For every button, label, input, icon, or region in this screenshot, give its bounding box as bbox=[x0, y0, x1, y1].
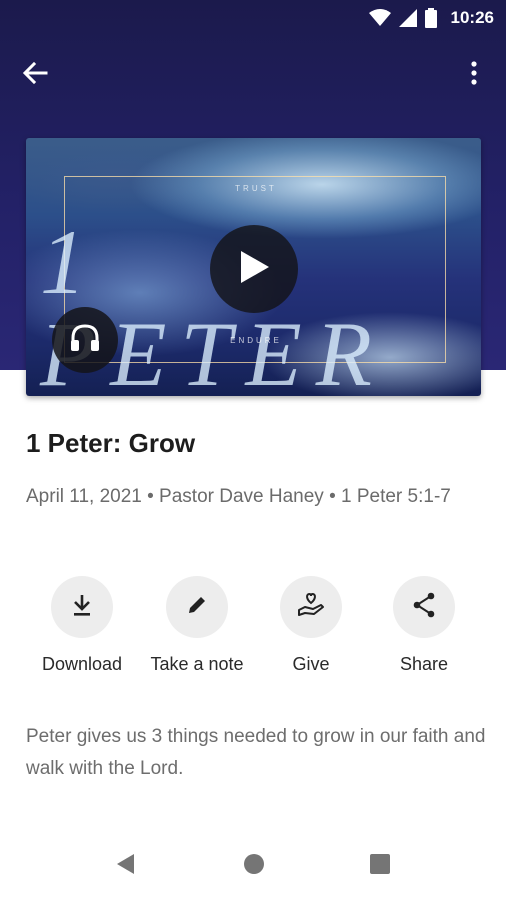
share-circle[interactable] bbox=[393, 576, 455, 638]
pencil-icon bbox=[186, 594, 208, 621]
take-note-label: Take a note bbox=[150, 654, 244, 674]
give-hand-heart-icon bbox=[297, 592, 325, 623]
share-button[interactable]: Share bbox=[364, 576, 484, 675]
sermon-title: 1 Peter: Grow bbox=[26, 428, 196, 458]
more-vertical-icon bbox=[471, 60, 477, 90]
nav-recents-button[interactable] bbox=[368, 853, 392, 880]
take-note-circle[interactable] bbox=[166, 576, 228, 638]
give-circle[interactable] bbox=[280, 576, 342, 638]
share-label: Share bbox=[399, 654, 449, 674]
app-bar bbox=[0, 52, 506, 96]
more-options-button[interactable] bbox=[462, 58, 486, 92]
nav-home-icon bbox=[243, 853, 265, 880]
sermon-description: Peter gives us 3 things needed to grow i… bbox=[26, 726, 486, 779]
download-button[interactable]: Download bbox=[22, 576, 142, 675]
sermon-meta: April 11, 2021 • Pastor Dave Haney • 1 P… bbox=[26, 486, 451, 507]
headphones-icon bbox=[69, 323, 101, 358]
sermon-artwork[interactable]: TRUST 1 PETER ENDURE bbox=[26, 138, 481, 396]
arrow-left-icon bbox=[22, 61, 48, 90]
status-time: 10:26 bbox=[450, 8, 494, 27]
nav-back-button[interactable] bbox=[114, 853, 138, 880]
download-label: Download bbox=[41, 654, 123, 674]
give-button[interactable]: Give bbox=[251, 576, 371, 675]
nav-home-button[interactable] bbox=[242, 853, 266, 880]
signal-icon bbox=[398, 9, 417, 27]
download-circle[interactable] bbox=[51, 576, 113, 638]
action-row: Download Take a note Give Share bbox=[26, 576, 482, 686]
take-note-button[interactable]: Take a note bbox=[137, 576, 257, 675]
back-button[interactable] bbox=[22, 60, 58, 90]
play-icon bbox=[237, 249, 271, 290]
artwork-small-bottom-text: ENDURE bbox=[230, 336, 282, 345]
share-icon bbox=[412, 592, 436, 623]
play-button[interactable] bbox=[210, 225, 298, 313]
artwork-small-top-text: TRUST bbox=[235, 184, 277, 193]
status-bar: 10:26 bbox=[0, 0, 506, 36]
nav-recents-icon bbox=[369, 853, 391, 880]
nav-back-icon bbox=[116, 853, 136, 880]
wifi-icon bbox=[368, 9, 391, 27]
battery-icon bbox=[424, 8, 437, 28]
audio-button[interactable] bbox=[52, 307, 118, 373]
download-icon bbox=[71, 593, 93, 622]
give-label: Give bbox=[292, 654, 330, 674]
system-nav-bar bbox=[0, 838, 506, 894]
